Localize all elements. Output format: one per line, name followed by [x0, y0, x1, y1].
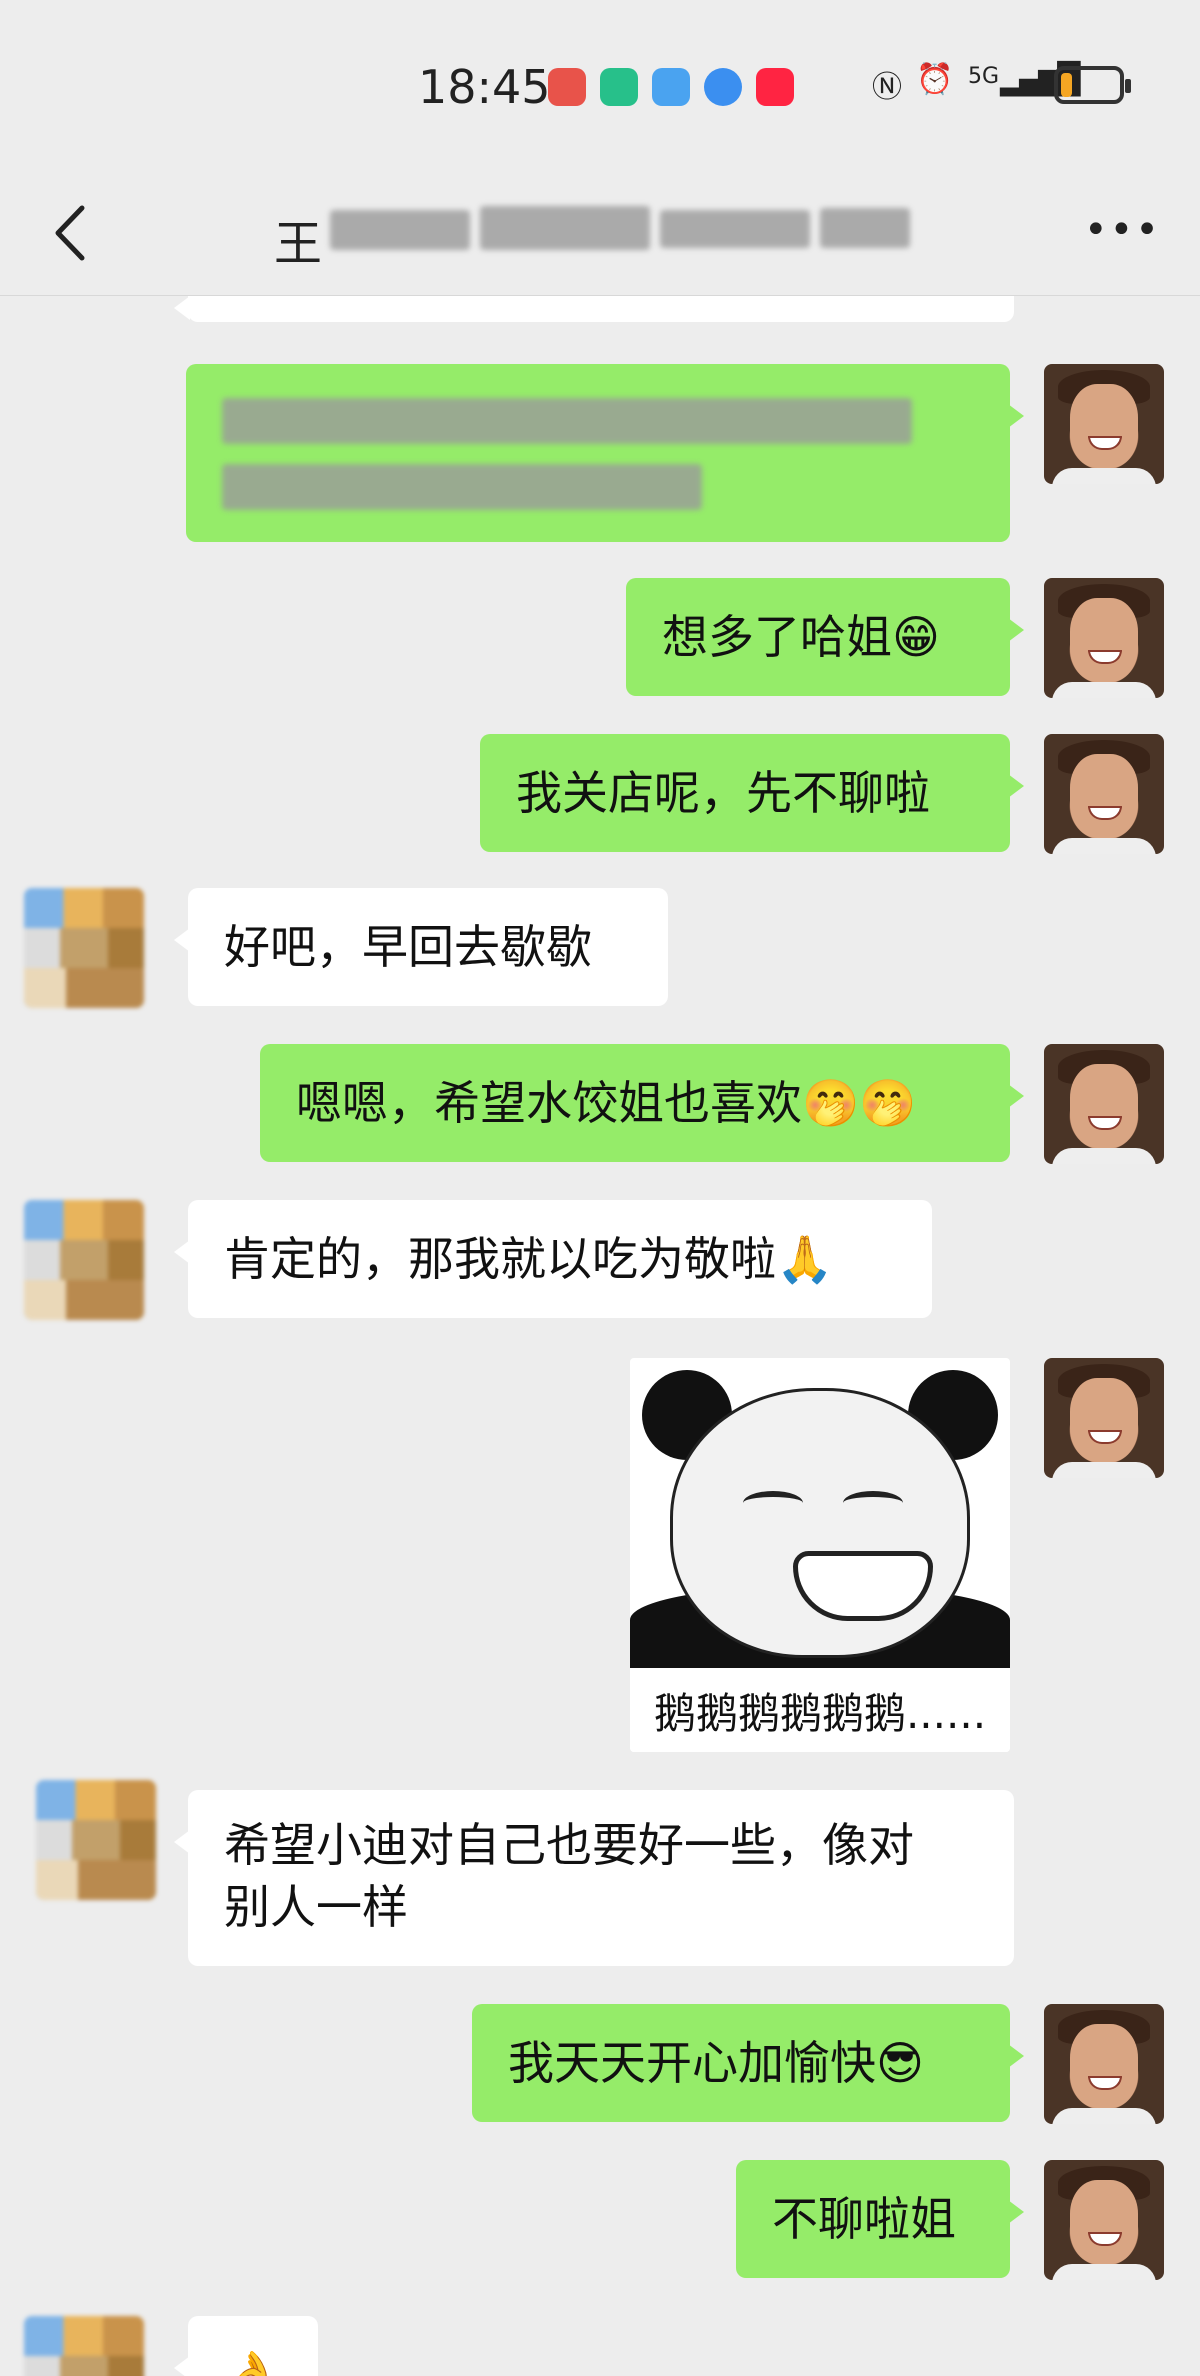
nfc-icon: Ⓝ	[872, 70, 902, 105]
avatar-me[interactable]	[1044, 578, 1164, 698]
message-bubble-me[interactable]: 嗯嗯，希望水饺姐也喜欢🤭🤭	[260, 1044, 1024, 1162]
avatar-other[interactable]	[24, 888, 144, 1008]
app-notification-icon	[600, 68, 638, 106]
message-bubble-me[interactable]: 想多了哈姐😁	[626, 578, 1024, 696]
battery-fill	[1061, 73, 1072, 97]
sticker-panda-meme[interactable]: 鹅鹅鹅鹅鹅鹅......	[630, 1358, 1010, 1752]
message-bubble-me[interactable]: 不聊啦姐	[736, 2160, 1024, 2278]
message-text: 肯定的，那我就以吃为敬啦🙏	[224, 1232, 834, 1286]
avatar-me[interactable]	[1044, 2004, 1164, 2124]
message-bubble-me[interactable]: 我关店呢，先不聊啦	[480, 734, 1024, 852]
sticker-caption: 鹅鹅鹅鹅鹅鹅......	[630, 1676, 1010, 1752]
message-text-line2: 别人一样	[224, 1880, 408, 1934]
message-text: 我天天开心加愉快😎	[508, 2036, 924, 2090]
message-bubble-other[interactable]: 好吧，早回去歇歇	[174, 888, 668, 1006]
status-bar: 18:45 Ⓝ ⏰ 5G ▂▄▆█	[0, 0, 1200, 170]
chat-title-redacted: 王	[270, 200, 920, 272]
avatar-other[interactable]	[24, 1200, 144, 1320]
avatar-me[interactable]	[1044, 1044, 1164, 1164]
message-text: 不聊啦姐	[772, 2192, 956, 2246]
message-bubble-me[interactable]: 我天天开心加愉快😎	[472, 2004, 1024, 2122]
message-bubble-other[interactable]: 👌	[174, 2316, 318, 2376]
chat-screen: 18:45 Ⓝ ⏰ 5G ▂▄▆█ 王 ••• 想多了哈姐😁 我关店呢，先不聊啦…	[0, 0, 1200, 2376]
signal-label: 5G	[968, 64, 1000, 89]
alarm-icon: ⏰	[916, 62, 954, 97]
battery-icon	[1054, 66, 1131, 104]
avatar-other[interactable]	[24, 2316, 144, 2376]
message-bubble-other[interactable]: 希望小迪对自己也要好一些，像对 别人一样	[174, 1790, 1014, 1966]
avatar-other[interactable]	[36, 1780, 156, 1900]
message-text: 我关店呢，先不聊啦	[516, 766, 930, 820]
status-time: 18:45	[418, 60, 551, 114]
message-bubble-other[interactable]: 肯定的，那我就以吃为敬啦🙏	[174, 1200, 932, 1318]
avatar-me[interactable]	[1044, 734, 1164, 854]
chat-header: 王 •••	[0, 170, 1200, 296]
more-dots-icon[interactable]: •••	[1084, 210, 1159, 250]
chat-title-visible-char: 王	[274, 216, 323, 272]
message-bubble-me-redacted[interactable]	[186, 364, 1024, 542]
message-text: 好吧，早回去歇歇	[224, 920, 592, 974]
xiaohongshu-notification-icon	[756, 68, 794, 106]
avatar-me[interactable]	[1044, 1358, 1164, 1478]
browser-notification-icon	[704, 68, 742, 106]
avatar-me[interactable]	[1044, 364, 1164, 484]
message-list[interactable]: 想多了哈姐😁 我关店呢，先不聊啦 好吧，早回去歇歇 嗯嗯，希望水饺姐也喜欢🤭🤭	[0, 296, 1200, 2376]
chevron-left-icon[interactable]	[44, 198, 104, 268]
message-text: 嗯嗯，希望水饺姐也喜欢🤭🤭	[296, 1076, 917, 1130]
message-text-line1: 希望小迪对自己也要好一些，像对	[224, 1818, 914, 1872]
weather-notification-icon	[652, 68, 690, 106]
app-notification-icon	[548, 68, 586, 106]
message-text: 👌	[224, 2348, 282, 2376]
message-text: 想多了哈姐😁	[662, 610, 940, 664]
avatar-me[interactable]	[1044, 2160, 1164, 2280]
message-bubble-other[interactable]	[174, 296, 1014, 322]
